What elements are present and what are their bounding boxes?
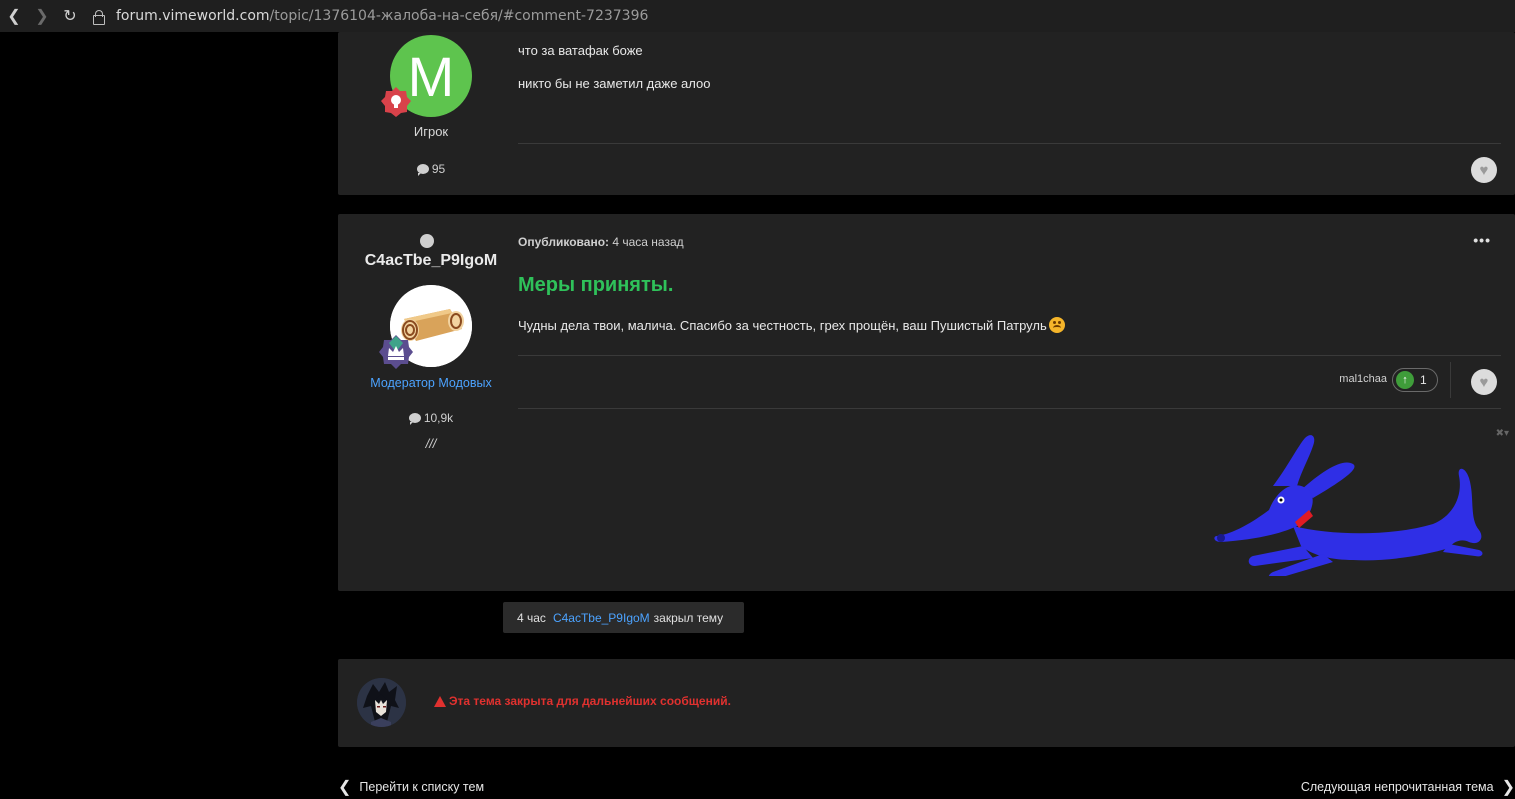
post-heading: Меры приняты. bbox=[518, 274, 674, 296]
next-topic-link[interactable]: Следующая непрочитанная тема ❯ bbox=[1301, 777, 1515, 797]
blue-dog-image bbox=[1214, 435, 1483, 576]
rank-badge-icon bbox=[381, 87, 411, 117]
online-status-icon bbox=[420, 234, 434, 248]
user-signature: /// bbox=[425, 436, 437, 451]
chevron-left-icon[interactable]: ❮ bbox=[0, 0, 28, 32]
lock-icon bbox=[92, 9, 105, 25]
topic-event: 4 час C4acTbe_P9IgoM закрыл тему bbox=[503, 602, 744, 633]
post-count: 10,9k bbox=[338, 411, 524, 425]
topic-page: M Игрок 95 что за ватафак боже никто бы … bbox=[0, 32, 1515, 799]
event-time: 4 час bbox=[517, 610, 546, 625]
divider bbox=[1450, 362, 1451, 398]
event-action: закрыл тему bbox=[653, 610, 724, 625]
topic-closed-notice: Эта тема закрыта для дальнейших сообщени… bbox=[338, 659, 1515, 747]
more-options-icon[interactable]: ••• bbox=[1473, 232, 1491, 248]
post-text-line: что за ватафак боже bbox=[518, 43, 643, 58]
closed-message-text: Эта тема закрыта для дальнейших сообщени… bbox=[449, 694, 731, 708]
user-rank: Игрок bbox=[413, 124, 449, 139]
chevron-right-icon: ❯ bbox=[1501, 779, 1515, 796]
post-count-value: 95 bbox=[431, 162, 446, 176]
upvote-icon: ↑ bbox=[1396, 371, 1414, 389]
avatar[interactable] bbox=[357, 678, 406, 727]
close-icon[interactable]: ✖▾ bbox=[1496, 428, 1509, 439]
warning-icon bbox=[434, 695, 446, 707]
chevron-left-icon: ❮ bbox=[338, 779, 352, 796]
user-group[interactable]: Модератор Модовых bbox=[338, 376, 524, 390]
prev-topic-link[interactable]: ❮ Перейти к списку тем bbox=[338, 777, 484, 797]
closed-message: Эта тема закрыта для дальнейших сообщени… bbox=[434, 694, 731, 708]
url-host: forum.vimeworld.com bbox=[116, 8, 270, 24]
published-time[interactable]: 4 часа назад bbox=[612, 235, 683, 249]
post-author: M Игрок 95 bbox=[338, 32, 524, 195]
post-content: что за ватафак боже никто бы не заметил … bbox=[518, 32, 1501, 195]
post-author: C4acTbe_P9IgoM Модератор Модовых 10,9k /… bbox=[338, 214, 524, 591]
username[interactable]: C4acTbe_P9IgoM bbox=[338, 252, 524, 270]
post-body: Чудны дела твои, малича. Спасибо за чест… bbox=[518, 317, 1065, 333]
comment-icon bbox=[408, 413, 421, 425]
url-path: /topic/1376104-жалоба-на-себя/#comment-7… bbox=[269, 8, 649, 24]
crown-badge-icon bbox=[379, 335, 413, 369]
heart-icon[interactable]: ♥ bbox=[1471, 157, 1497, 183]
prev-topic-label: Перейти к списку тем bbox=[359, 780, 485, 794]
divider bbox=[518, 355, 1501, 356]
reaction-pill[interactable]: ↑ 1 bbox=[1392, 368, 1438, 392]
post-text-line: никто бы не заметил даже алоо bbox=[518, 76, 711, 91]
anime-avatar-image bbox=[357, 678, 406, 727]
reaction-user[interactable]: mal1chaa bbox=[1339, 373, 1387, 385]
comment-icon bbox=[416, 164, 429, 176]
post-content: Опубликовано: 4 часа назад ••• Меры прин… bbox=[518, 214, 1509, 591]
upside-down-face-emoji-icon bbox=[1048, 317, 1065, 333]
post-card: C4acTbe_P9IgoM Модератор Модовых 10,9k /… bbox=[338, 214, 1515, 591]
divider bbox=[518, 408, 1501, 409]
published-label: Опубликовано: bbox=[518, 235, 610, 249]
address-bar[interactable]: forum.vimeworld.com/topic/1376104-жалоба… bbox=[92, 6, 648, 26]
post-count: 95 bbox=[338, 162, 524, 176]
browser-toolbar: ❮ ❯ ↻ forum.vimeworld.com/topic/1376104-… bbox=[0, 0, 1515, 32]
reload-icon[interactable]: ↻ bbox=[56, 0, 84, 32]
divider bbox=[518, 143, 1501, 144]
post-card: M Игрок 95 что за ватафак боже никто бы … bbox=[338, 32, 1515, 195]
heart-icon[interactable]: ♥ bbox=[1471, 369, 1497, 395]
post-body-text: Чудны дела твои, малича. Спасибо за чест… bbox=[518, 318, 1047, 333]
post-meta: Опубликовано: 4 часа назад bbox=[518, 235, 684, 249]
chevron-right-icon[interactable]: ❯ bbox=[28, 0, 56, 32]
event-user-link[interactable]: C4acTbe_P9IgoM bbox=[553, 611, 650, 625]
reaction-count: 1 bbox=[1420, 373, 1427, 387]
next-topic-label: Следующая непрочитанная тема bbox=[1300, 780, 1494, 794]
post-count-value: 10,9k bbox=[423, 411, 454, 425]
